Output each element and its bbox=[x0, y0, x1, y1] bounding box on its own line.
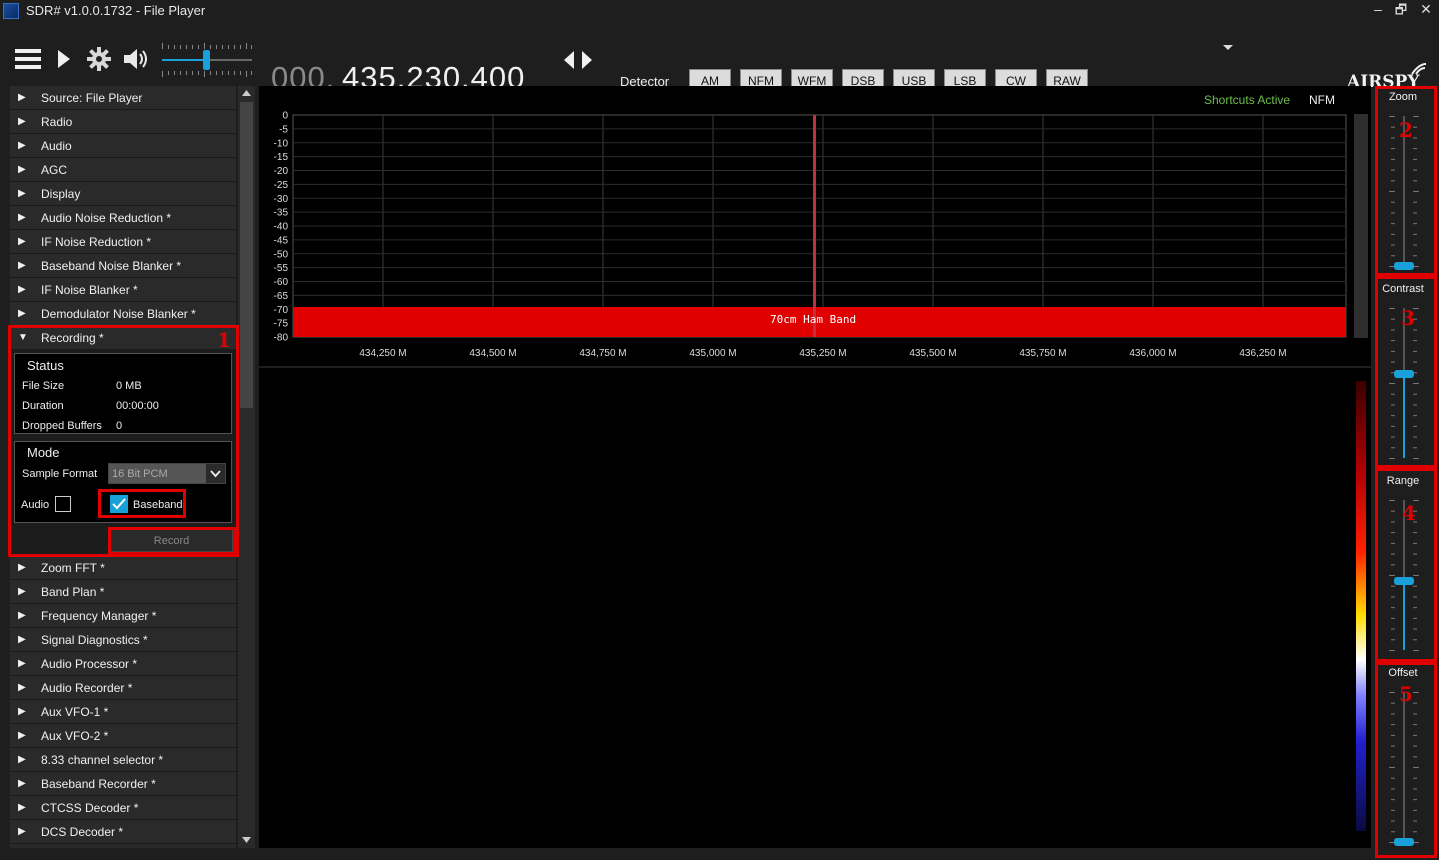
x-tick-label: 435,250 M bbox=[799, 348, 846, 359]
annotation-box-3 bbox=[1375, 276, 1437, 468]
annotation-box-record bbox=[108, 527, 236, 555]
x-tick-label: 435,000 M bbox=[689, 348, 736, 359]
restore-button[interactable]: 🗗 bbox=[1391, 1, 1411, 23]
y-tick-label: -45 bbox=[274, 235, 289, 246]
wifi-logo-icon bbox=[1411, 63, 1427, 75]
scroll-thumb[interactable] bbox=[240, 102, 253, 408]
window-title: SDR# v1.0.0.1732 - File Player bbox=[26, 3, 206, 18]
minimize-button[interactable]: – bbox=[1368, 1, 1388, 17]
gear-icon[interactable] bbox=[87, 47, 111, 71]
y-tick-label: -50 bbox=[274, 249, 289, 260]
annotation-number-3: 3 bbox=[1401, 306, 1415, 330]
annotation-box-1 bbox=[8, 325, 239, 557]
sidebar-item-agc[interactable]: ▶ AGC bbox=[10, 158, 236, 182]
x-tick-label: 435,750 M bbox=[1019, 348, 1066, 359]
sidebar-item-audio-processor[interactable]: ▶ Audio Processor * bbox=[10, 652, 236, 676]
sidebar-item-band-plan[interactable]: ▶ Band Plan * bbox=[10, 580, 236, 604]
sidebar-item-ctcss-decoder[interactable]: ▶ CTCSS Decoder * bbox=[10, 796, 236, 820]
sidebar-item-radio[interactable]: ▶ Radio bbox=[10, 110, 236, 134]
y-tick-label: -20 bbox=[274, 166, 289, 177]
y-tick-label: -40 bbox=[274, 222, 289, 233]
annotation-box-4 bbox=[1375, 468, 1437, 662]
y-tick-label: -5 bbox=[279, 124, 288, 135]
vfo-marker bbox=[813, 115, 816, 337]
toolbar: 000. 435.230.400 Detector AM NFM WFM DSB… bbox=[0, 22, 1439, 95]
x-tick-label: 434,750 M bbox=[579, 348, 626, 359]
y-tick-label: -75 bbox=[274, 319, 289, 330]
sidebar-item-demodulator-noise-blanker[interactable]: ▶ Demodulator Noise Blanker * bbox=[10, 302, 236, 326]
x-tick-label: 436,250 M bbox=[1239, 348, 1286, 359]
scroll-down-icon[interactable] bbox=[242, 837, 251, 843]
annotation-number-5: 5 bbox=[1399, 682, 1413, 706]
annotation-number-2: 2 bbox=[1399, 118, 1413, 142]
tune-arrows-icon[interactable] bbox=[564, 51, 592, 69]
sidebar-item-audio[interactable]: ▶ Audio bbox=[10, 134, 236, 158]
volume-slider[interactable] bbox=[160, 40, 254, 80]
y-tick-label: -25 bbox=[274, 180, 289, 191]
x-tick-label: 434,500 M bbox=[469, 348, 516, 359]
annotation-box-baseband bbox=[98, 489, 186, 518]
title-bar: SDR# v1.0.0.1732 - File Player – 🗗 ✕ bbox=[0, 0, 1439, 22]
waterfall-display[interactable] bbox=[259, 368, 1371, 848]
y-tick-label: -80 bbox=[274, 333, 289, 344]
annotation-number-4: 4 bbox=[1402, 501, 1416, 525]
dropdown-arrow-icon[interactable] bbox=[1223, 45, 1233, 51]
y-tick-label: -60 bbox=[274, 277, 289, 288]
x-tick-label: 436,000 M bbox=[1129, 348, 1176, 359]
menu-icon[interactable] bbox=[15, 48, 41, 70]
y-tick-label: -55 bbox=[274, 263, 289, 274]
sidebar-item-signal-diagnostics[interactable]: ▶ Signal Diagnostics * bbox=[10, 628, 236, 652]
annotation-number-1: 1 bbox=[217, 328, 231, 352]
sidebar-scrollbar[interactable] bbox=[238, 86, 255, 848]
sidebar-item-channel-selector[interactable]: ▶ 8.33 channel selector * bbox=[10, 748, 236, 772]
y-tick-label: -35 bbox=[274, 208, 289, 219]
sidebar-item-display[interactable]: ▶ Display bbox=[10, 182, 236, 206]
y-tick-label: -15 bbox=[274, 152, 289, 163]
spectrum-display[interactable]: 434,250 M 434,500 M 434,750 M 435,000 M 435,… bbox=[259, 86, 1371, 366]
waterfall-color-scale bbox=[1356, 381, 1366, 831]
sidebar-item-aux-vfo-1[interactable]: ▶ Aux VFO-1 * bbox=[10, 700, 236, 724]
sidebar-item-audio-noise-reduction[interactable]: ▶ Audio Noise Reduction * bbox=[10, 206, 236, 230]
spectrum-mode-label: NFM bbox=[1309, 93, 1335, 107]
sidebar-item-aux-vfo-2[interactable]: ▶ Aux VFO-2 * bbox=[10, 724, 236, 748]
sidebar-item-if-noise-reduction[interactable]: ▶ IF Noise Reduction * bbox=[10, 230, 236, 254]
y-tick-label: -30 bbox=[274, 194, 289, 205]
y-tick-label: -65 bbox=[274, 291, 289, 302]
sidebar-item-if-noise-blanker[interactable]: ▶ IF Noise Blanker * bbox=[10, 278, 236, 302]
sidebar-item-source[interactable]: ▶ Source: File Player bbox=[10, 86, 236, 110]
play-icon[interactable] bbox=[57, 49, 71, 69]
y-tick-label: -10 bbox=[274, 138, 289, 149]
y-tick-label: 0 bbox=[282, 111, 288, 122]
sidebar-item-frequency-manager[interactable]: ▶ Frequency Manager * bbox=[10, 604, 236, 628]
close-button[interactable]: ✕ bbox=[1416, 1, 1436, 18]
x-tick-label: 434,250 M bbox=[359, 348, 406, 359]
spectrum-scrollbar[interactable] bbox=[1354, 114, 1368, 338]
y-tick-label: -70 bbox=[274, 305, 289, 316]
sidebar-item-baseband-recorder[interactable]: ▶ Baseband Recorder * bbox=[10, 772, 236, 796]
scroll-up-icon[interactable] bbox=[242, 90, 251, 96]
sidebar-item-audio-recorder[interactable]: ▶ Audio Recorder * bbox=[10, 676, 236, 700]
app-icon bbox=[3, 3, 19, 19]
x-tick-label: 435,500 M bbox=[909, 348, 956, 359]
annotation-box-2 bbox=[1375, 86, 1437, 276]
band-plan-label: 70cm Ham Band bbox=[770, 313, 857, 326]
sidebar-item-dcs-decoder[interactable]: ▶ DCS Decoder * bbox=[10, 820, 236, 844]
speaker-icon[interactable] bbox=[123, 48, 150, 70]
sidebar-item-zoom-fft[interactable]: ▶ Zoom FFT * bbox=[10, 556, 236, 580]
sidebar-item-baseband-noise-blanker[interactable]: ▶ Baseband Noise Blanker * bbox=[10, 254, 236, 278]
shortcuts-status: Shortcuts Active bbox=[1204, 93, 1291, 107]
